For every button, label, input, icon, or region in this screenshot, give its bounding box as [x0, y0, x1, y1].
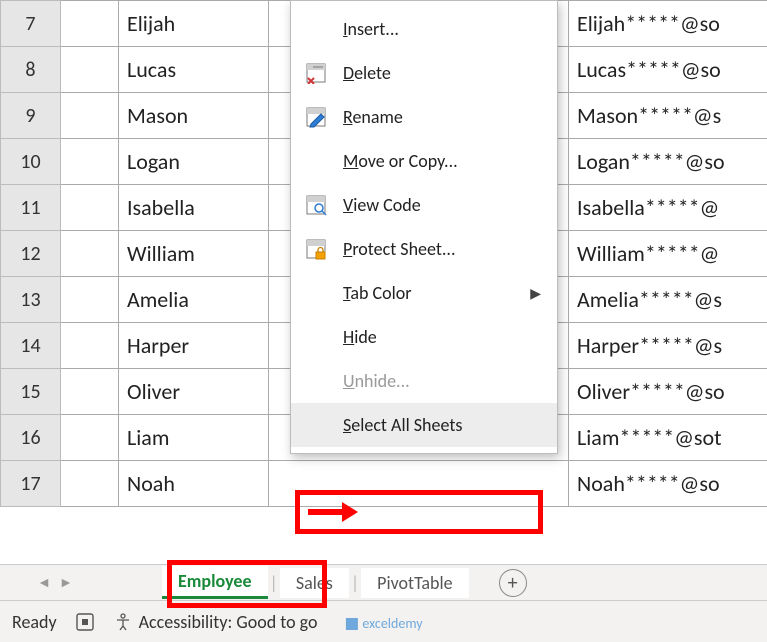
cell-email[interactable]: Logan*****@so	[569, 139, 767, 185]
cell-blank[interactable]	[61, 47, 119, 93]
sheet-tab-sales[interactable]: Sales	[280, 568, 349, 598]
row-header[interactable]: 8	[1, 47, 61, 93]
tab-separator: |	[268, 572, 280, 594]
protect-sheet-icon	[303, 236, 329, 262]
menu-unhide-label: Unhide...	[343, 370, 410, 392]
delete-sheet-icon	[303, 60, 329, 86]
cell-name[interactable]: Liam	[119, 415, 269, 461]
menu-hide[interactable]: Hide	[291, 315, 557, 359]
sheet-tab-pivottable[interactable]: PivotTable	[361, 568, 468, 598]
row-header[interactable]: 11	[1, 185, 61, 231]
cell-blank[interactable]	[61, 323, 119, 369]
status-ready: Ready	[12, 611, 57, 633]
status-macro-icon[interactable]	[75, 612, 95, 632]
row-header[interactable]: 12	[1, 231, 61, 277]
cell-blank[interactable]	[61, 277, 119, 323]
sheet-tab-employee[interactable]: Employee	[162, 566, 268, 599]
cell-blank[interactable]	[61, 93, 119, 139]
tab-nav-buttons[interactable]: ◄ ►	[0, 574, 110, 591]
menu-move-or-copy[interactable]: Move or Copy...	[291, 139, 557, 183]
blank-icon	[303, 16, 329, 42]
sheet-tab-strip: ◄ ► Employee | Sales | PivotTable +	[0, 564, 767, 600]
cell-hidden-under-menu[interactable]	[269, 461, 569, 507]
cell-blank[interactable]	[61, 415, 119, 461]
menu-selectall-label: Select All Sheets	[343, 414, 462, 436]
cell-email[interactable]: Mason*****@s	[569, 93, 767, 139]
menu-protect-sheet[interactable]: Protect Sheet...	[291, 227, 557, 271]
menu-protect-label: Protect Sheet...	[343, 238, 456, 260]
menu-tabcolor-label: Tab Color	[343, 282, 412, 304]
row-header[interactable]: 15	[1, 369, 61, 415]
cell-blank[interactable]	[61, 369, 119, 415]
cell-name[interactable]: Logan	[119, 139, 269, 185]
menu-viewcode-label: View Code	[343, 194, 421, 216]
cell-email[interactable]: William*****@	[569, 231, 767, 277]
menu-delete[interactable]: Delete	[291, 51, 557, 95]
accessibility-status[interactable]: Accessibility: Good to go	[113, 611, 318, 633]
cell-email[interactable]: Lucas*****@so	[569, 47, 767, 93]
menu-insert-label: Insert...	[343, 18, 399, 40]
row-header[interactable]: 9	[1, 93, 61, 139]
menu-rename[interactable]: Rename	[291, 95, 557, 139]
row-header[interactable]: 13	[1, 277, 61, 323]
blank-icon	[303, 148, 329, 174]
cell-name[interactable]: Harper	[119, 323, 269, 369]
cell-name[interactable]: Elijah	[119, 1, 269, 47]
menu-unhide: Unhide...	[291, 359, 557, 403]
add-sheet-button[interactable]: +	[499, 569, 527, 597]
table-row: 17 Noah Noah*****@so	[1, 461, 767, 507]
cell-email[interactable]: Harper*****@s	[569, 323, 767, 369]
cell-name[interactable]: William	[119, 231, 269, 277]
status-bar: Ready Accessibility: Good to go	[0, 600, 767, 642]
row-header[interactable]: 10	[1, 139, 61, 185]
accessibility-label: Accessibility: Good to go	[139, 611, 318, 633]
cell-name[interactable]: Isabella	[119, 185, 269, 231]
cell-email[interactable]: Noah*****@so	[569, 461, 767, 507]
menu-delete-label: Delete	[343, 62, 391, 84]
blank-icon	[303, 412, 329, 438]
cell-email[interactable]: Liam*****@sot	[569, 415, 767, 461]
cell-email[interactable]: Oliver*****@so	[569, 369, 767, 415]
row-header[interactable]: 16	[1, 415, 61, 461]
rename-sheet-icon	[303, 104, 329, 130]
cell-email[interactable]: Amelia*****@s	[569, 277, 767, 323]
cell-blank[interactable]	[61, 231, 119, 277]
row-header[interactable]: 17	[1, 461, 61, 507]
cell-blank[interactable]	[61, 185, 119, 231]
tab-nav-next-icon[interactable]: ►	[59, 574, 73, 591]
cell-name[interactable]: Mason	[119, 93, 269, 139]
submenu-arrow-icon: ▶	[530, 285, 541, 302]
sheet-tab-context-menu: Insert... Delete Rename Move or Copy... …	[290, 0, 558, 454]
cell-name[interactable]: Oliver	[119, 369, 269, 415]
row-header[interactable]: 7	[1, 1, 61, 47]
view-code-icon	[303, 192, 329, 218]
menu-select-all-sheets[interactable]: Select All Sheets	[291, 403, 557, 447]
cell-blank[interactable]	[61, 1, 119, 47]
blank-icon	[303, 368, 329, 394]
cell-blank[interactable]	[61, 461, 119, 507]
accessibility-icon	[113, 612, 133, 632]
menu-insert[interactable]: Insert...	[291, 7, 557, 51]
menu-view-code[interactable]: View Code	[291, 183, 557, 227]
tab-separator: |	[349, 572, 361, 594]
cell-name[interactable]: Amelia	[119, 277, 269, 323]
cell-name[interactable]: Noah	[119, 461, 269, 507]
blank-icon	[303, 324, 329, 350]
cell-name[interactable]: Lucas	[119, 47, 269, 93]
cell-email[interactable]: Elijah*****@so	[569, 1, 767, 47]
cell-email[interactable]: Isabella*****@	[569, 185, 767, 231]
menu-hide-label: Hide	[343, 326, 377, 348]
menu-rename-label: Rename	[343, 106, 403, 128]
menu-tab-color[interactable]: Tab Color ▶	[291, 271, 557, 315]
row-header[interactable]: 14	[1, 323, 61, 369]
menu-move-label: Move or Copy...	[343, 150, 458, 172]
blank-icon	[303, 280, 329, 306]
tab-nav-prev-icon[interactable]: ◄	[37, 574, 51, 591]
cell-blank[interactable]	[61, 139, 119, 185]
